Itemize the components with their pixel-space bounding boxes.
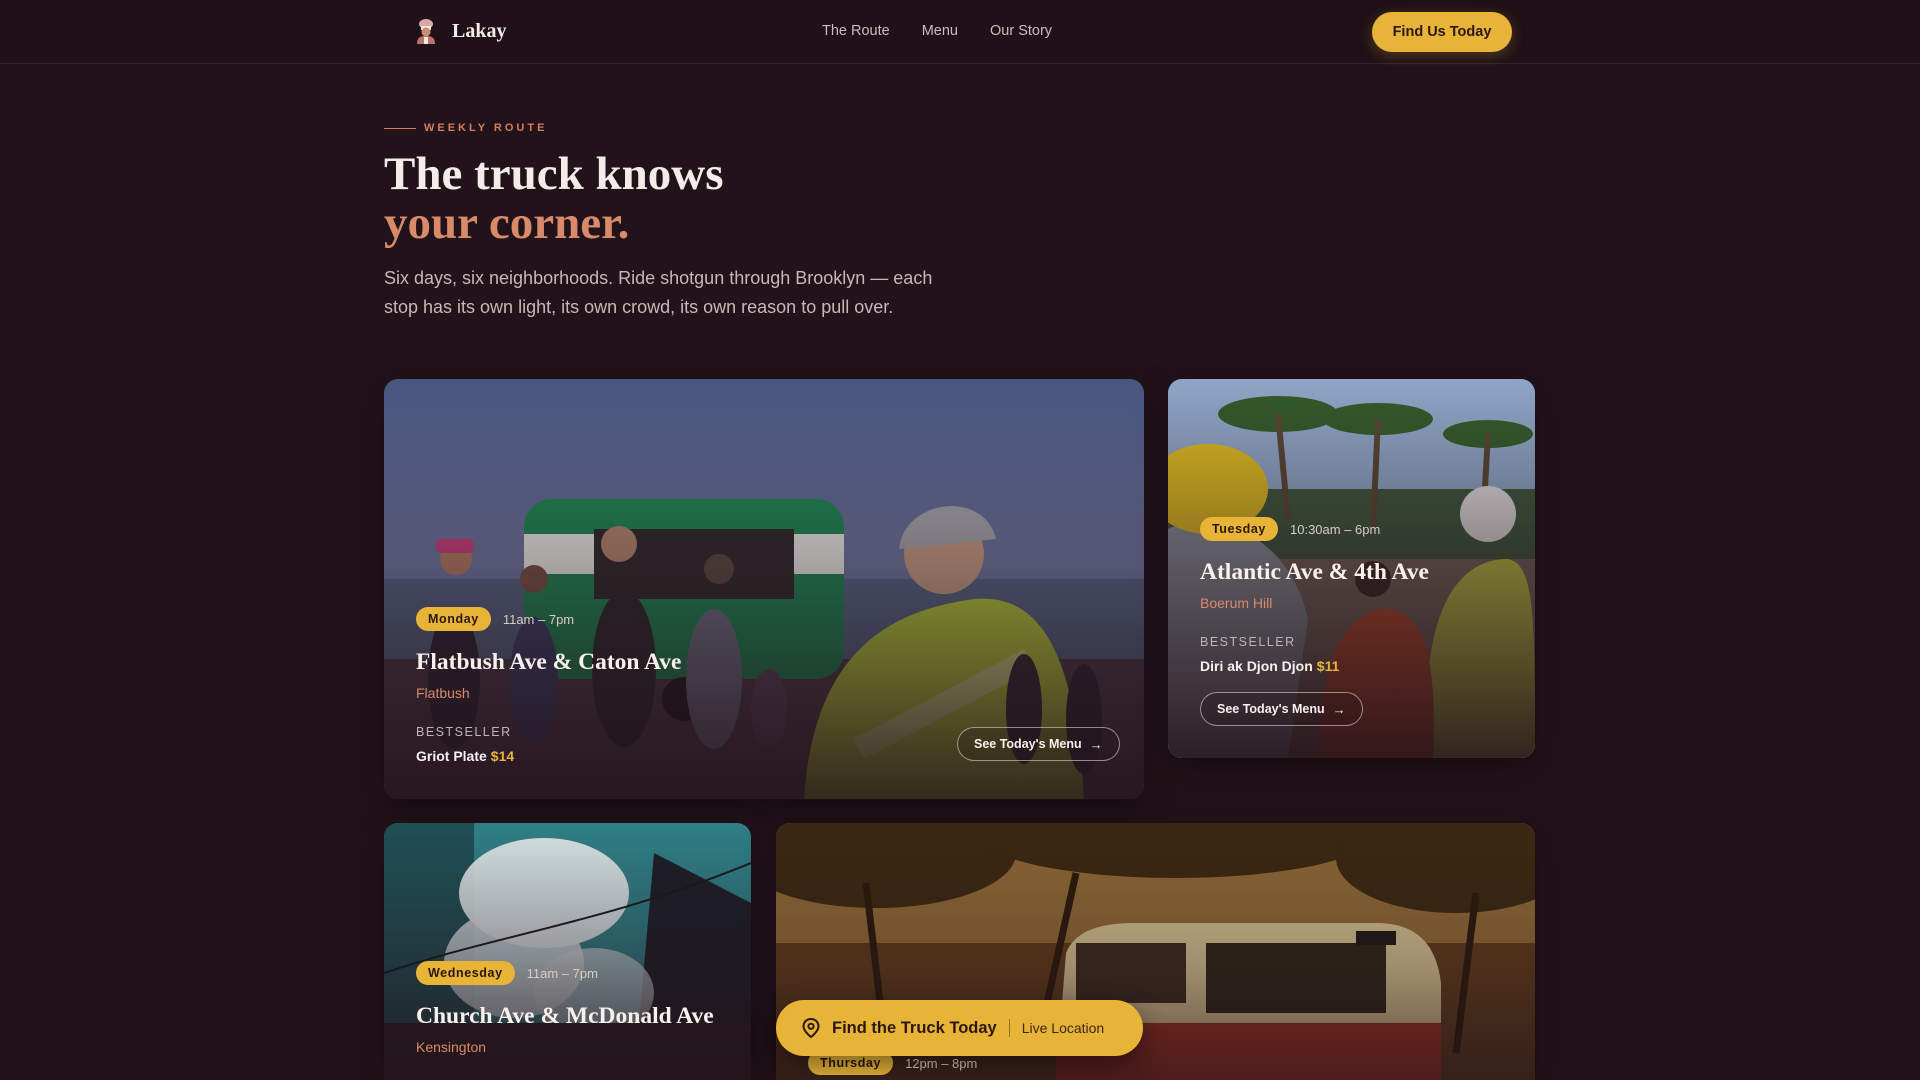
card-content: Wednesday 11am – 7pm Church Ave & McDona… <box>416 961 714 1055</box>
arrow-right-icon: → <box>1089 736 1103 752</box>
section-eyebrow: WEEKLY ROUTE <box>384 122 547 134</box>
top-navigation-bar: Lakay The Route Menu Our Story Find Us T… <box>0 0 1920 64</box>
bestseller-price: $14 <box>490 748 515 764</box>
stop-title: Flatbush Ave & Caton Ave <box>416 649 682 675</box>
bestseller-name: Diri ak Djon Djon <box>1200 658 1313 674</box>
see-todays-menu-button[interactable]: See Today's Menu → <box>957 727 1120 761</box>
hours-text: 10:30am – 6pm <box>1290 521 1381 537</box>
find-us-today-button[interactable]: Find Us Today <box>1372 12 1512 52</box>
locator-title: Find the Truck Today <box>832 1018 997 1037</box>
stop-title: Atlantic Ave & 4th Ave <box>1200 559 1429 585</box>
nav-link-our-story[interactable]: Our Story <box>990 23 1052 39</box>
nav-link-the-route[interactable]: The Route <box>822 23 890 39</box>
bestseller-price: $11 <box>1316 658 1340 674</box>
brand-name: Lakay <box>452 19 507 42</box>
schedule-row: Wednesday 11am – 7pm <box>416 961 714 985</box>
route-card-wednesday[interactable]: Wednesday 11am – 7pm Church Ave & McDona… <box>384 823 751 1080</box>
menu-button-label: See Today's Menu <box>1217 702 1325 716</box>
page-subtitle: Six days, six neighborhoods. Ride shotgu… <box>384 268 933 317</box>
route-card-monday[interactable]: Monday 11am – 7pm Flatbush Ave & Caton A… <box>384 379 1144 799</box>
bestseller-item: Griot Plate $14 <box>416 748 681 764</box>
day-badge: Tuesday <box>1200 517 1278 541</box>
card-content: Tuesday 10:30am – 6pm Atlantic Ave & 4th… <box>1200 517 1429 726</box>
arrow-right-icon: → <box>1332 701 1346 717</box>
bestseller-name: Griot Plate <box>416 748 487 764</box>
see-todays-menu-button[interactable]: See Today's Menu → <box>1200 692 1363 726</box>
hours-text: 11am – 7pm <box>526 965 598 981</box>
nav-link-menu[interactable]: Menu <box>922 23 958 39</box>
hours-text: 12pm – 8pm <box>905 1055 978 1071</box>
neighborhood-label: Kensington <box>416 1039 487 1055</box>
neighborhood-label: Flatbush <box>416 685 470 701</box>
bestseller-label: BESTSELLER <box>416 725 512 739</box>
eyebrow-rule <box>384 127 416 129</box>
title-line-2: your corner. <box>384 197 630 249</box>
card-content: Monday 11am – 7pm Flatbush Ave & Caton A… <box>416 607 681 764</box>
title-line-1: The truck knows <box>384 148 724 200</box>
bestseller-item: Diri ak Djon Djon $11 <box>1200 658 1429 674</box>
main-nav: The Route Menu Our Story <box>822 23 1084 39</box>
chef-icon <box>417 19 435 44</box>
map-pin-icon <box>802 1018 820 1038</box>
day-badge: Wednesday <box>416 961 515 985</box>
find-truck-today-button[interactable]: Find the Truck Today Live Location <box>776 1000 1143 1056</box>
day-badge: Monday <box>416 607 491 631</box>
schedule-row: Tuesday 10:30am – 6pm <box>1200 517 1429 541</box>
route-card-tuesday[interactable]: Tuesday 10:30am – 6pm Atlantic Ave & 4th… <box>1168 379 1535 758</box>
schedule-row: Monday 11am – 7pm <box>416 607 681 631</box>
neighborhood-label: Boerum Hill <box>1200 595 1273 611</box>
locator-divider <box>1008 1019 1010 1037</box>
brand[interactable]: Lakay <box>414 18 506 44</box>
eyebrow-label: WEEKLY ROUTE <box>424 122 548 134</box>
bestseller-label: BESTSELLER <box>1200 635 1296 649</box>
stop-title: Church Ave & McDonald Ave <box>416 1003 714 1029</box>
hours-text: 11am – 7pm <box>502 611 575 627</box>
locator-subtitle: Live Location <box>1021 1020 1105 1036</box>
menu-button-label: See Today's Menu <box>974 737 1082 751</box>
page-title: The truck knows your corner. <box>384 150 724 248</box>
